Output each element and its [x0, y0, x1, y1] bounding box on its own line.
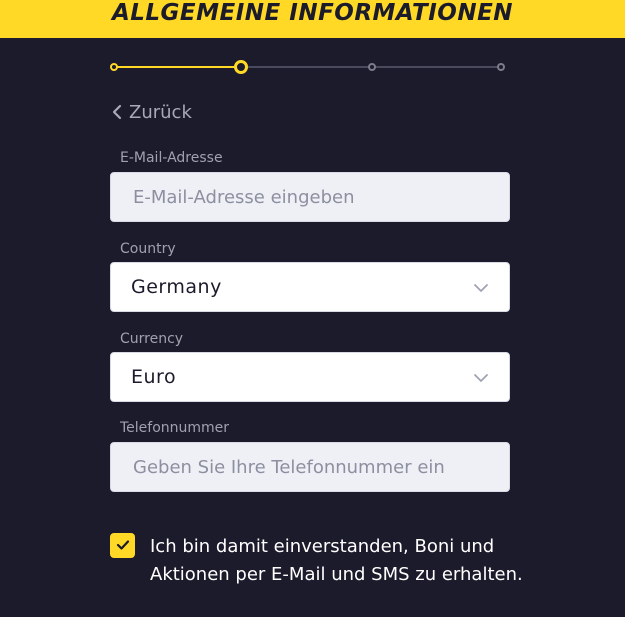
currency-select[interactable]: Euro	[110, 352, 510, 402]
country-select[interactable]: Germany	[110, 262, 510, 312]
consent-text: Ich bin damit einverstanden, Boni und Ak…	[150, 536, 523, 585]
back-button-label: Zurück	[129, 101, 192, 123]
stepper-track-completed	[114, 66, 241, 68]
header-bar: ALLGEMEINE INFORMATIONEN	[0, 0, 625, 38]
stepper-step-1	[110, 63, 118, 71]
email-field-container	[110, 172, 510, 222]
phone-field-container	[110, 442, 510, 492]
country-selected-value: Germany	[131, 276, 222, 298]
stepper-step-2-current	[234, 60, 248, 74]
check-icon	[116, 536, 130, 555]
currency-label: Currency	[120, 331, 184, 347]
chevron-down-icon	[473, 366, 489, 388]
phone-input[interactable]	[131, 455, 489, 479]
email-input[interactable]	[131, 185, 489, 209]
consent-checkbox[interactable]	[110, 533, 135, 558]
email-label: E-Mail-Adresse	[120, 150, 223, 166]
phone-label: Telefonnummer	[120, 420, 230, 436]
country-label: Country	[120, 241, 176, 257]
progress-stepper	[110, 60, 508, 74]
currency-selected-value: Euro	[131, 366, 177, 388]
chevron-left-icon	[112, 104, 122, 120]
back-button[interactable]: Zurück	[112, 100, 192, 124]
stepper-step-3	[368, 63, 376, 71]
chevron-down-icon	[473, 276, 489, 298]
page-title: ALLGEMEINE INFORMATIONEN	[111, 0, 514, 26]
stepper-step-4	[497, 63, 505, 71]
